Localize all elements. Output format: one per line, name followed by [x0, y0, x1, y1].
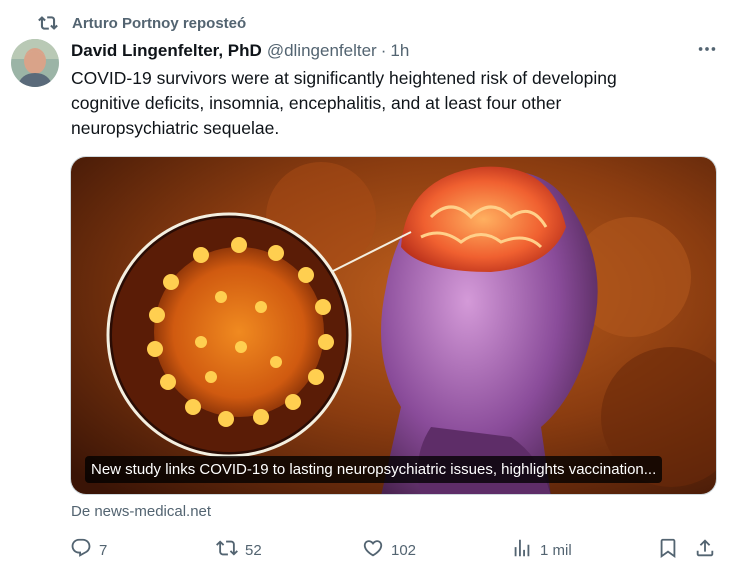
- like-count: 102: [391, 541, 417, 559]
- avatar[interactable]: [11, 39, 59, 87]
- tweet-text: COVID-19 survivors were at significantly…: [71, 68, 617, 138]
- link-card[interactable]: New study links COVID-19 to lasting neur…: [70, 156, 717, 495]
- views-count: 1 mil: [540, 541, 572, 559]
- like-button[interactable]: 102: [362, 536, 416, 564]
- card-caption: New study links COVID-19 to lasting neur…: [85, 456, 663, 483]
- bookmark-button[interactable]: [657, 536, 679, 564]
- action-bar: 7 52 102 1 mil: [70, 536, 720, 564]
- timestamp[interactable]: 1h: [390, 41, 409, 61]
- views-icon: [511, 537, 533, 563]
- retweet-icon: [216, 537, 238, 563]
- views-button[interactable]: 1 mil: [511, 536, 572, 564]
- author-handle[interactable]: @dlingenfelter: [267, 41, 377, 61]
- reply-button[interactable]: 7: [70, 536, 107, 564]
- repost-context[interactable]: Arturo Portnoy reposteó: [38, 13, 246, 33]
- like-icon: [362, 537, 384, 563]
- separator: ·: [380, 41, 387, 60]
- more-button[interactable]: [694, 40, 720, 62]
- more-icon: [696, 38, 718, 65]
- bookmark-icon: [657, 537, 679, 563]
- card-source[interactable]: De news-medical.net: [71, 503, 211, 520]
- reply-icon: [70, 537, 92, 563]
- card-image: [71, 157, 716, 494]
- repost-button[interactable]: 52: [216, 536, 262, 564]
- share-icon: [694, 537, 716, 563]
- author-name[interactable]: David Lingenfelter, PhD: [71, 41, 262, 61]
- repost-text: Arturo Portnoy reposteó: [72, 14, 247, 32]
- repost-icon: [38, 13, 58, 33]
- reply-count: 7: [99, 541, 108, 559]
- share-button[interactable]: [694, 536, 716, 564]
- repost-count: 52: [245, 541, 262, 559]
- tweet-header: David Lingenfelter, PhD @dlingenfelter ·…: [71, 40, 682, 62]
